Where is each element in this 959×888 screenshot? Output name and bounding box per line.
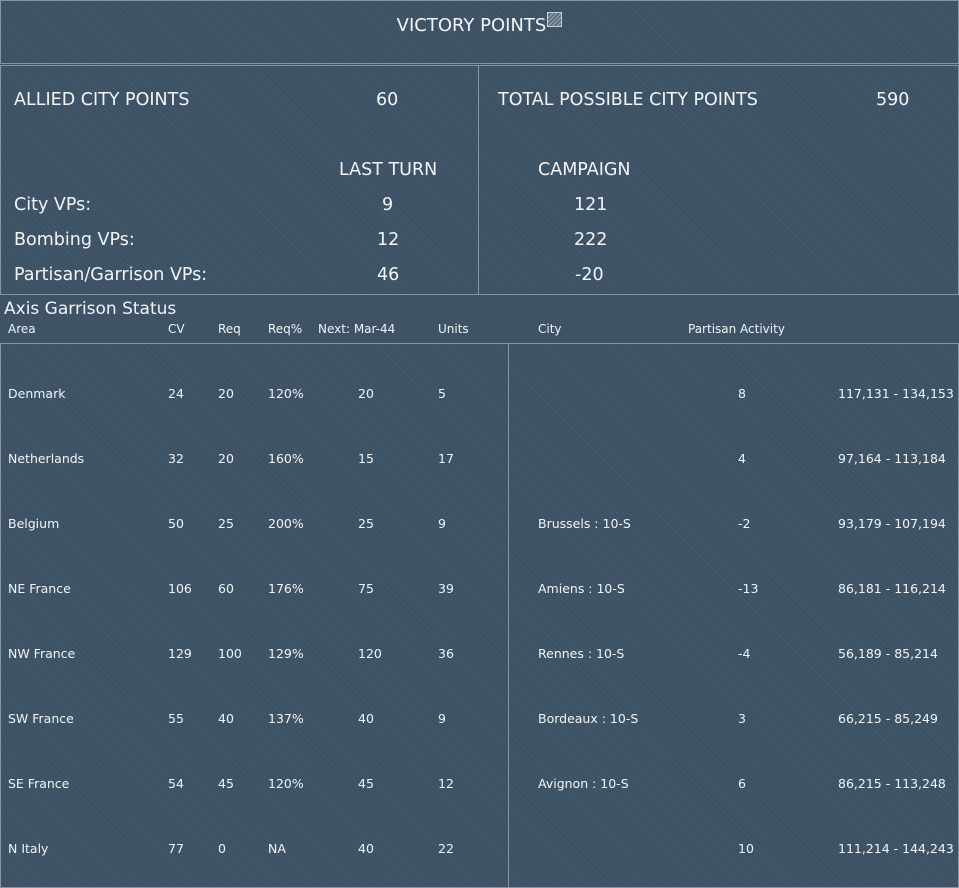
next-cell: 20	[358, 386, 374, 401]
col-header-city: City	[538, 322, 562, 336]
col-header-next: Next: Mar-44	[318, 322, 396, 336]
units-cell: 17	[438, 451, 454, 466]
next-cell: 120	[358, 646, 382, 661]
partisan-vps-label: Partisan/Garrison VPs:	[14, 265, 208, 285]
range-cell: 97,164 - 113,184	[838, 451, 946, 466]
total-possible-value: 590	[876, 90, 910, 110]
next-cell: 15	[358, 451, 374, 466]
partisan-cell: -4	[738, 646, 751, 661]
garrison-section-title: Axis Garrison Status	[4, 299, 177, 319]
partisan-cell: 4	[738, 451, 746, 466]
partisan-vps-campaign: -20	[575, 265, 604, 285]
units-cell: 36	[438, 646, 454, 661]
req-cell: 40	[218, 711, 234, 726]
range-cell: 93,179 - 107,194	[838, 516, 946, 531]
range-cell: 86,181 - 116,214	[838, 581, 946, 596]
cv-cell: 77	[168, 841, 184, 856]
col-header-req: Req	[218, 322, 241, 336]
city-cell: Amiens : 10-S	[538, 581, 625, 596]
partisan-cell: -2	[738, 516, 751, 531]
cv-cell: 129	[168, 646, 192, 661]
cv-cell: 24	[168, 386, 184, 401]
bombing-vps-label: Bombing VPs:	[14, 230, 135, 250]
col-header-units: Units	[438, 322, 469, 336]
req-cell: 25	[218, 516, 234, 531]
partisan-cell: 6	[738, 776, 746, 791]
partisan-cell: 3	[738, 711, 746, 726]
next-cell: 45	[358, 776, 374, 791]
bombing-vps-campaign: 222	[574, 230, 608, 250]
units-cell: 12	[438, 776, 454, 791]
city-vps-label: City VPs:	[14, 195, 92, 215]
range-cell: 111,214 - 144,243	[838, 841, 954, 856]
next-cell: 40	[358, 711, 374, 726]
chart-icon[interactable]	[547, 12, 563, 27]
allied-city-points-label: ALLIED CITY POINTS	[14, 90, 190, 110]
partisan-vps-last-turn: 46	[377, 265, 400, 285]
req-cell: 100	[218, 646, 242, 661]
city-cell: Brussels : 10-S	[538, 516, 631, 531]
area-cell: Netherlands	[8, 451, 85, 466]
next-cell: 75	[358, 581, 374, 596]
range-cell: 66,215 - 85,249	[838, 711, 938, 726]
city-vps-campaign: 121	[574, 195, 608, 215]
req-pct-cell: 176%	[268, 581, 304, 596]
area-cell: SE France	[8, 776, 70, 791]
partisan-cell: 8	[738, 386, 746, 401]
next-cell: 25	[358, 516, 374, 531]
page-title: VICTORY POINTS	[396, 15, 547, 36]
units-cell: 5	[438, 386, 446, 401]
allied-city-points-value: 60	[376, 90, 399, 110]
range-cell: 56,189 - 85,214	[838, 646, 938, 661]
range-cell: 117,131 - 134,153	[838, 386, 954, 401]
area-cell: NW France	[8, 646, 76, 661]
req-cell: 20	[218, 386, 234, 401]
req-pct-cell: NA	[268, 841, 286, 856]
partisan-cell: -13	[738, 581, 759, 596]
col-header-req-pct: Req%	[268, 322, 303, 336]
cv-cell: 54	[168, 776, 184, 791]
bombing-vps-last-turn: 12	[377, 230, 400, 250]
area-cell: N Italy	[8, 841, 49, 856]
garrison-right-panel	[508, 343, 959, 888]
col-header-cv: CV	[168, 322, 185, 336]
req-cell: 0	[218, 841, 226, 856]
area-cell: Belgium	[8, 516, 60, 531]
req-pct-cell: 120%	[268, 776, 304, 791]
last-turn-header: LAST TURN	[339, 160, 438, 180]
city-cell: Bordeaux : 10-S	[538, 711, 639, 726]
req-pct-cell: 160%	[268, 451, 304, 466]
cv-cell: 55	[168, 711, 184, 726]
req-pct-cell: 120%	[268, 386, 304, 401]
req-cell: 45	[218, 776, 234, 791]
range-cell: 86,215 - 113,248	[838, 776, 946, 791]
req-cell: 20	[218, 451, 234, 466]
req-pct-cell: 200%	[268, 516, 304, 531]
cv-cell: 32	[168, 451, 184, 466]
area-cell: NE France	[8, 581, 71, 596]
city-cell: Avignon : 10-S	[538, 776, 629, 791]
units-cell: 39	[438, 581, 454, 596]
city-vps-last-turn: 9	[382, 195, 394, 215]
units-cell: 22	[438, 841, 454, 856]
units-cell: 9	[438, 711, 446, 726]
page-title-wrap: VICTORY POINTS	[0, 12, 959, 36]
units-cell: 9	[438, 516, 446, 531]
cv-cell: 106	[168, 581, 192, 596]
col-header-area: Area	[8, 322, 36, 336]
cv-cell: 50	[168, 516, 184, 531]
city-cell: Rennes : 10-S	[538, 646, 625, 661]
next-cell: 40	[358, 841, 374, 856]
total-possible-label: TOTAL POSSIBLE CITY POINTS	[498, 90, 758, 110]
campaign-header: CAMPAIGN	[538, 160, 631, 180]
area-cell: SW France	[8, 711, 74, 726]
partisan-cell: 10	[738, 841, 754, 856]
req-pct-cell: 129%	[268, 646, 304, 661]
garrison-left-panel	[0, 343, 510, 888]
req-pct-cell: 137%	[268, 711, 304, 726]
area-cell: Denmark	[8, 386, 66, 401]
req-cell: 60	[218, 581, 234, 596]
col-header-partisan: Partisan Activity	[688, 322, 785, 336]
